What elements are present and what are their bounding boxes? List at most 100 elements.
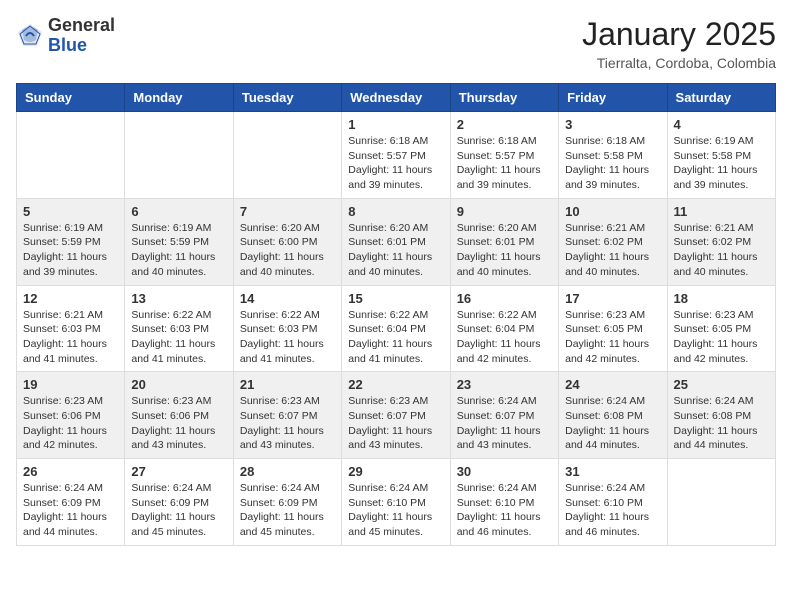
day-info: Sunrise: 6:23 AM Sunset: 6:05 PM Dayligh… [674,308,769,367]
location: Tierralta, Cordoba, Colombia [582,55,776,71]
calendar-cell: 8Sunrise: 6:20 AM Sunset: 6:01 PM Daylig… [342,198,450,285]
day-info: Sunrise: 6:22 AM Sunset: 6:03 PM Dayligh… [240,308,335,367]
day-info: Sunrise: 6:24 AM Sunset: 6:10 PM Dayligh… [348,481,443,540]
day-number: 10 [565,204,660,219]
day-info: Sunrise: 6:24 AM Sunset: 6:09 PM Dayligh… [23,481,118,540]
day-number: 27 [131,464,226,479]
day-number: 29 [348,464,443,479]
calendar-cell: 13Sunrise: 6:22 AM Sunset: 6:03 PM Dayli… [125,285,233,372]
calendar-cell [17,112,125,199]
weekday-monday: Monday [125,84,233,112]
calendar-cell: 28 Sunrise: 6:24 AM Sunset: 6:09 PM Dayli… [233,459,341,546]
day-info: Sunrise: 6:24 AM Sunset: 6:08 PM Dayligh… [565,394,660,453]
calendar-cell: 10 Sunrise: 6:21 AM Sunset: 6:02 PM Dayli… [559,198,667,285]
calendar-cell: 15 Sunrise: 6:22 AM Sunset: 6:04 PM Dayli… [342,285,450,372]
day-info: Sunrise: 6:24 AM Sunset: 6:07 PM Dayligh… [457,394,552,453]
weekday-thursday: Thursday [450,84,558,112]
calendar-cell: 23Sunrise: 6:24 AM Sunset: 6:07 PM Dayli… [450,372,558,459]
calendar-cell: 20Sunrise: 6:23 AM Sunset: 6:06 PM Dayli… [125,372,233,459]
day-number: 15 [348,291,443,306]
day-info: Sunrise: 6:18 AM Sunset: 5:58 PM Dayligh… [565,134,660,193]
day-number: 28 [240,464,335,479]
page-header: General Blue January 2025 Tierralta, Cor… [16,16,776,71]
calendar-cell: 19 Sunrise: 6:23 AM Sunset: 6:06 PM Dayli… [17,372,125,459]
calendar-cell: 22 Sunrise: 6:23 AM Sunset: 6:07 PM Dayli… [342,372,450,459]
day-number: 22 [348,377,443,392]
day-number: 12 [23,291,118,306]
day-number: 25 [674,377,769,392]
calendar-week-5: 26 Sunrise: 6:24 AM Sunset: 6:09 PM Dayli… [17,459,776,546]
day-info: Sunrise: 6:21 AM Sunset: 6:03 PM Dayligh… [23,308,118,367]
calendar-cell: 7 Sunrise: 6:20 AM Sunset: 6:00 PM Daylig… [233,198,341,285]
calendar-cell [233,112,341,199]
day-number: 30 [457,464,552,479]
calendar-cell: 16 Sunrise: 6:22 AM Sunset: 6:04 PM Dayli… [450,285,558,372]
calendar-cell: 1 Sunrise: 6:18 AM Sunset: 5:57 PM Daylig… [342,112,450,199]
calendar-cell [667,459,775,546]
day-info: Sunrise: 6:19 AM Sunset: 5:59 PM Dayligh… [131,221,226,280]
calendar-table: SundayMondayTuesdayWednesdayThursdayFrid… [16,83,776,546]
day-number: 1 [348,117,443,132]
day-info: Sunrise: 6:19 AM Sunset: 5:58 PM Dayligh… [674,134,769,193]
day-number: 19 [23,377,118,392]
calendar-cell: 17 Sunrise: 6:23 AM Sunset: 6:05 PM Dayli… [559,285,667,372]
day-info: Sunrise: 6:21 AM Sunset: 6:02 PM Dayligh… [565,221,660,280]
day-number: 18 [674,291,769,306]
weekday-tuesday: Tuesday [233,84,341,112]
day-info: Sunrise: 6:20 AM Sunset: 6:01 PM Dayligh… [348,221,443,280]
weekday-sunday: Sunday [17,84,125,112]
calendar-week-3: 12 Sunrise: 6:21 AM Sunset: 6:03 PM Dayli… [17,285,776,372]
calendar-cell: 2 Sunrise: 6:18 AM Sunset: 5:57 PM Daylig… [450,112,558,199]
calendar-cell: 31 Sunrise: 6:24 AM Sunset: 6:10 PM Dayli… [559,459,667,546]
day-info: Sunrise: 6:19 AM Sunset: 5:59 PM Dayligh… [23,221,118,280]
day-info: Sunrise: 6:23 AM Sunset: 6:07 PM Dayligh… [348,394,443,453]
month-title: January 2025 [582,16,776,53]
day-number: 17 [565,291,660,306]
calendar-cell: 21 Sunrise: 6:23 AM Sunset: 6:07 PM Dayli… [233,372,341,459]
day-info: Sunrise: 6:18 AM Sunset: 5:57 PM Dayligh… [457,134,552,193]
day-number: 24 [565,377,660,392]
day-number: 26 [23,464,118,479]
weekday-saturday: Saturday [667,84,775,112]
calendar-week-2: 5 Sunrise: 6:19 AM Sunset: 5:59 PM Daylig… [17,198,776,285]
calendar-cell: 25 Sunrise: 6:24 AM Sunset: 6:08 PM Dayli… [667,372,775,459]
day-number: 3 [565,117,660,132]
day-number: 9 [457,204,552,219]
day-number: 2 [457,117,552,132]
day-info: Sunrise: 6:23 AM Sunset: 6:05 PM Dayligh… [565,308,660,367]
day-number: 31 [565,464,660,479]
calendar-week-1: 1 Sunrise: 6:18 AM Sunset: 5:57 PM Daylig… [17,112,776,199]
day-number: 16 [457,291,552,306]
day-number: 11 [674,204,769,219]
day-info: Sunrise: 6:22 AM Sunset: 6:04 PM Dayligh… [457,308,552,367]
day-info: Sunrise: 6:24 AM Sunset: 6:10 PM Dayligh… [565,481,660,540]
day-number: 5 [23,204,118,219]
day-info: Sunrise: 6:24 AM Sunset: 6:08 PM Dayligh… [674,394,769,453]
day-info: Sunrise: 6:24 AM Sunset: 6:09 PM Dayligh… [131,481,226,540]
day-info: Sunrise: 6:21 AM Sunset: 6:02 PM Dayligh… [674,221,769,280]
calendar-cell: 9 Sunrise: 6:20 AM Sunset: 6:01 PM Daylig… [450,198,558,285]
day-number: 21 [240,377,335,392]
calendar-cell: 18 Sunrise: 6:23 AM Sunset: 6:05 PM Dayli… [667,285,775,372]
logo-icon [16,22,44,50]
day-number: 7 [240,204,335,219]
day-info: Sunrise: 6:23 AM Sunset: 6:06 PM Dayligh… [131,394,226,453]
logo: General Blue [16,16,115,56]
calendar-cell: 26 Sunrise: 6:24 AM Sunset: 6:09 PM Dayli… [17,459,125,546]
day-info: Sunrise: 6:18 AM Sunset: 5:57 PM Dayligh… [348,134,443,193]
title-block: January 2025 Tierralta, Cordoba, Colombi… [582,16,776,71]
day-info: Sunrise: 6:23 AM Sunset: 6:06 PM Dayligh… [23,394,118,453]
calendar-cell: 6 Sunrise: 6:19 AM Sunset: 5:59 PM Daylig… [125,198,233,285]
calendar-cell: 27 Sunrise: 6:24 AM Sunset: 6:09 PM Dayli… [125,459,233,546]
day-info: Sunrise: 6:20 AM Sunset: 6:00 PM Dayligh… [240,221,335,280]
calendar-cell: 24 Sunrise: 6:24 AM Sunset: 6:08 PM Dayli… [559,372,667,459]
calendar-header: SundayMondayTuesdayWednesdayThursdayFrid… [17,84,776,112]
calendar-cell: 29 Sunrise: 6:24 AM Sunset: 6:10 PM Dayli… [342,459,450,546]
day-number: 6 [131,204,226,219]
day-info: Sunrise: 6:22 AM Sunset: 6:04 PM Dayligh… [348,308,443,367]
day-info: Sunrise: 6:20 AM Sunset: 6:01 PM Dayligh… [457,221,552,280]
day-info: Sunrise: 6:24 AM Sunset: 6:09 PM Dayligh… [240,481,335,540]
calendar-cell: 5 Sunrise: 6:19 AM Sunset: 5:59 PM Daylig… [17,198,125,285]
day-info: Sunrise: 6:24 AM Sunset: 6:10 PM Dayligh… [457,481,552,540]
day-info: Sunrise: 6:23 AM Sunset: 6:07 PM Dayligh… [240,394,335,453]
